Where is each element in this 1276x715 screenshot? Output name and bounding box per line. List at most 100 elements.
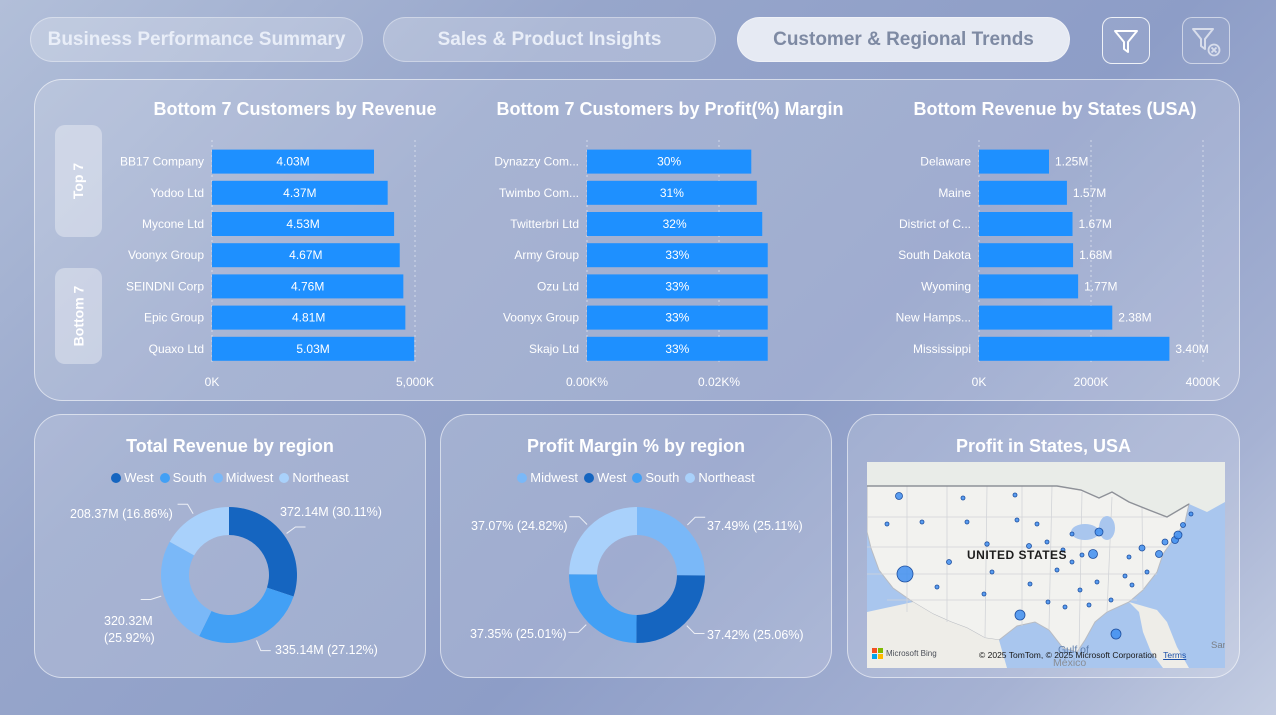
map-brand-label: Microsoft Bing bbox=[886, 649, 937, 658]
tab-business-performance-summary[interactable]: Business Performance Summary bbox=[30, 17, 363, 62]
donut-slice[interactable] bbox=[199, 587, 294, 643]
legend-label: Northeast bbox=[698, 470, 755, 485]
bing-logo: Microsoft Bing bbox=[872, 648, 937, 659]
donut-data-label: 37.07% (24.82%) bbox=[471, 519, 568, 533]
bar-value-label: 1.68M bbox=[1079, 248, 1112, 262]
donut-leader-line bbox=[686, 625, 705, 634]
legend-item[interactable]: Northeast bbox=[685, 470, 755, 485]
filter-icon bbox=[1114, 29, 1138, 53]
bar-value-label: 33% bbox=[665, 342, 689, 356]
donut-leader-line bbox=[140, 595, 162, 600]
map-title: Profit in States, USA bbox=[955, 436, 1132, 456]
legend-item[interactable]: West bbox=[583, 470, 626, 485]
category-label: Wyoming bbox=[921, 279, 971, 293]
donut-leader-line bbox=[569, 516, 588, 525]
bar-value-label: 1.25M bbox=[1055, 155, 1088, 169]
bar-value-label: 4.76M bbox=[291, 279, 324, 293]
donut-leader-line bbox=[687, 516, 706, 526]
revenue-chart-title: Bottom 7 Customers by Revenue bbox=[153, 99, 437, 119]
x-tick-label: 5,000K bbox=[396, 375, 434, 389]
category-label: Quaxo Ltd bbox=[149, 342, 204, 356]
bar-value-label: 32% bbox=[663, 217, 687, 231]
bottom-7-button[interactable]: Bottom 7 bbox=[55, 268, 102, 364]
legend-label: South bbox=[172, 470, 207, 485]
bar-value-label: 33% bbox=[665, 311, 689, 325]
category-label: New Hamps... bbox=[896, 311, 971, 325]
bar-value-label: 4.67M bbox=[289, 248, 322, 262]
category-label: Dynazzy Com... bbox=[494, 155, 579, 169]
microsoft-logo-icon bbox=[872, 648, 883, 659]
category-label: Twitterbri Ltd bbox=[510, 217, 579, 231]
region-revenue-legend[interactable]: West South Midwest Northeast bbox=[34, 470, 426, 485]
bar[interactable] bbox=[979, 180, 1067, 205]
map-terms-link[interactable]: Terms bbox=[1163, 650, 1186, 660]
category-label: Mississippi bbox=[913, 342, 971, 356]
bar[interactable] bbox=[979, 243, 1074, 268]
bar-value-label: 30% bbox=[657, 155, 681, 169]
bar-value-label: 3.40M bbox=[1175, 342, 1208, 356]
filter-button[interactable] bbox=[1102, 17, 1150, 64]
legend-item[interactable]: South bbox=[159, 470, 207, 485]
bar[interactable] bbox=[979, 149, 1049, 174]
tab-sales-product-insights[interactable]: Sales & Product Insights bbox=[383, 17, 716, 62]
bar[interactable] bbox=[979, 336, 1170, 361]
legend-item[interactable]: Northeast bbox=[279, 470, 349, 485]
category-label: Epic Group bbox=[144, 311, 204, 325]
states-bar-chart: 0K 2000K 4000K Delaware 1.25M Maine 1.57M Distr… bbox=[896, 140, 1221, 389]
category-label: Delaware bbox=[920, 155, 971, 169]
clear-filter-button[interactable] bbox=[1182, 17, 1230, 64]
legend-item[interactable]: West bbox=[111, 470, 154, 485]
bar-value-label: 5.03M bbox=[296, 342, 329, 356]
region-margin-legend[interactable]: Midwest West South Northeast bbox=[440, 470, 832, 485]
category-label: South Dakota bbox=[898, 248, 971, 262]
category-label: Yodoo Ltd bbox=[150, 186, 204, 200]
category-label: Ozu Ltd bbox=[537, 279, 579, 293]
legend-label: West bbox=[124, 470, 154, 485]
x-tick-label: 0.02K% bbox=[698, 375, 740, 389]
donut-slice[interactable] bbox=[569, 574, 637, 643]
x-tick-label: 0K bbox=[972, 375, 987, 389]
donut-leader-line bbox=[177, 503, 194, 514]
map-country-label: UNITED STATES bbox=[967, 548, 1067, 562]
x-tick-label: 4000K bbox=[1186, 375, 1221, 389]
donut-data-label: 208.37M (16.86%) bbox=[70, 507, 173, 521]
bar[interactable] bbox=[979, 305, 1113, 330]
category-label: Maine bbox=[938, 186, 971, 200]
donut-data-label: 37.49% (25.11%) bbox=[707, 519, 803, 533]
map-attribution-text: © 2025 TomTom, © 2025 Microsoft Corporat… bbox=[979, 650, 1157, 660]
category-label: District of C... bbox=[899, 217, 971, 231]
legend-item[interactable]: South bbox=[632, 470, 679, 485]
bar[interactable] bbox=[979, 274, 1079, 299]
bar[interactable] bbox=[979, 212, 1073, 236]
bar-value-label: 4.81M bbox=[292, 311, 325, 325]
bar-value-label: 1.67M bbox=[1079, 217, 1112, 231]
bar-value-label: 33% bbox=[665, 248, 689, 262]
bar-value-label: 2.38M bbox=[1118, 311, 1151, 325]
map-sar-label: Sar bbox=[1211, 640, 1225, 651]
region-revenue-title: Total Revenue by region bbox=[126, 436, 334, 456]
region-margin-title: Profit Margin % by region bbox=[526, 436, 745, 456]
legend-label: South bbox=[645, 470, 680, 485]
us-map[interactable]: UNITED STATES Gulf of México Sar Microso… bbox=[867, 462, 1225, 668]
donut-leader-line bbox=[568, 624, 587, 633]
legend-item[interactable]: Midwest bbox=[517, 470, 578, 485]
donut-data-label: 37.42% (25.06%) bbox=[707, 628, 804, 642]
top-7-label: Top 7 bbox=[70, 162, 87, 200]
bar-value-label: 33% bbox=[665, 279, 689, 293]
top-7-button[interactable]: Top 7 bbox=[55, 125, 102, 237]
legend-item[interactable]: Midwest bbox=[212, 470, 274, 485]
category-label: Voonyx Group bbox=[503, 311, 579, 325]
revenue-bar-chart: 0K 5,000K BB17 Company 4.03M Yodoo Ltd 4.37M M… bbox=[120, 140, 434, 389]
map-attribution: © 2025 TomTom, © 2025 Microsoft Corporat… bbox=[979, 650, 1186, 660]
bar-value-label: 1.77M bbox=[1084, 279, 1117, 293]
donut-leader-line bbox=[256, 640, 271, 652]
legend-label: Midwest bbox=[530, 470, 578, 485]
tab-customer-regional-trends[interactable]: Customer & Regional Trends bbox=[737, 17, 1070, 62]
category-label: Voonyx Group bbox=[128, 248, 204, 262]
bar-value-label: 31% bbox=[660, 186, 684, 200]
legend-label: Midwest bbox=[225, 470, 274, 485]
category-label: Skajo Ltd bbox=[529, 342, 579, 356]
donut-data-label: 372.14M (30.11%) bbox=[280, 505, 382, 519]
donut-slice[interactable] bbox=[636, 575, 705, 643]
x-tick-label: 2000K bbox=[1074, 375, 1109, 389]
